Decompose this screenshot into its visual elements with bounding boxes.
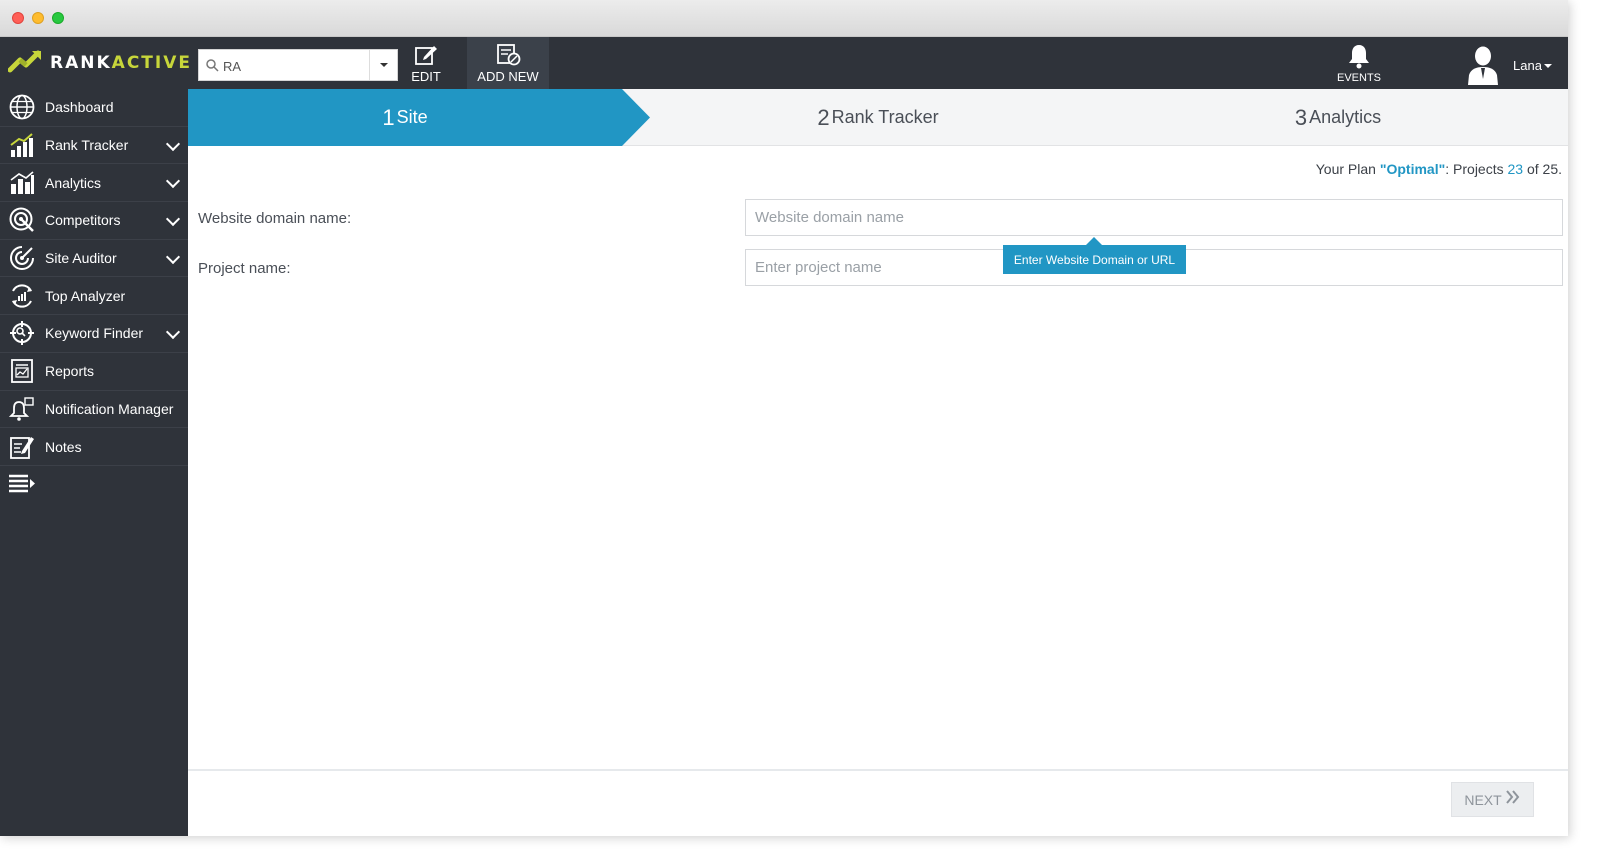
step-number: 3 xyxy=(1294,104,1308,130)
edit-icon xyxy=(414,43,438,70)
logo-text-rank: RANK xyxy=(50,53,112,73)
step-number: 2 xyxy=(817,104,830,130)
sidebar-item-label: Reports xyxy=(45,363,95,380)
sidebar-item-label: Dashboard xyxy=(45,99,114,116)
step-site[interactable]: 1 Site xyxy=(188,89,622,146)
search-dropdown-button[interactable] xyxy=(369,50,397,80)
chevron-down-icon[interactable] xyxy=(165,174,181,189)
chevron-down-icon[interactable] xyxy=(165,325,181,340)
add-new-button[interactable]: ADD NEW xyxy=(467,37,549,89)
sidebar-item-notification-manager[interactable]: Notification Manager xyxy=(0,391,188,429)
chevron-down-icon[interactable] xyxy=(165,136,181,151)
domain-input[interactable] xyxy=(745,199,1563,236)
avatar xyxy=(1466,45,1500,88)
top-bar: RANKACTIVE EDIT ADD NEW EVENTS xyxy=(0,37,1568,89)
sidebar-item-reports[interactable]: Reports xyxy=(0,353,188,391)
sidebar-item-top-analyzer[interactable]: Top Analyzer xyxy=(0,277,188,316)
notes-icon xyxy=(8,433,36,461)
logo-icon xyxy=(7,48,44,79)
domain-label: Website domain name: xyxy=(198,210,352,227)
step-rank-tracker[interactable]: 2 Rank Tracker xyxy=(668,89,1088,146)
radar-icon xyxy=(8,244,36,272)
search-icon xyxy=(206,59,219,72)
step-label: Rank Tracker xyxy=(831,107,939,127)
sidebar-item-label: Notes xyxy=(45,438,82,455)
sidebar-item-label: Rank Tracker xyxy=(45,137,129,154)
sidebar-item-label: Site Auditor xyxy=(45,250,117,267)
user-name: Lana xyxy=(1513,58,1542,73)
chevron-down-icon[interactable] xyxy=(165,211,181,227)
sidebar-item-dashboard[interactable]: Dashboard xyxy=(0,89,188,127)
double-chevron-right-icon xyxy=(1505,790,1521,809)
sidebar: Dashboard Rank Tracker Analytics Competi… xyxy=(0,89,188,836)
step-label: Site xyxy=(396,107,428,127)
sidebar-item-label: Notification Manager xyxy=(45,400,174,417)
window-titlebar xyxy=(0,0,1568,37)
edit-label: EDIT xyxy=(411,69,441,84)
wizard-steps: 1 Site 2 Rank Tracker 3 Analytics xyxy=(188,89,1568,146)
bell-icon xyxy=(1348,43,1370,72)
search-input[interactable] xyxy=(223,56,363,76)
wizard-footer: NEXT xyxy=(188,769,1568,836)
close-window-button[interactable] xyxy=(12,12,24,24)
analyzer-icon xyxy=(8,282,36,310)
logo-text-active: ACTIVE xyxy=(111,53,192,73)
app-window: RANKACTIVE EDIT ADD NEW EVENTS xyxy=(0,0,1568,836)
step-analytics[interactable]: 3 Analytics xyxy=(1138,89,1538,146)
sidebar-collapse-button[interactable] xyxy=(0,466,188,506)
plan-projects-label: : Projects xyxy=(1445,161,1508,177)
domain-tooltip: Enter Website Domain or URL xyxy=(1003,237,1186,274)
user-menu[interactable]: Lana xyxy=(1466,45,1562,85)
step-label: Analytics xyxy=(1309,107,1382,127)
events-button[interactable]: EVENTS xyxy=(1334,37,1384,89)
project-search xyxy=(198,49,398,81)
report-icon xyxy=(8,357,36,385)
chevron-down-icon[interactable] xyxy=(165,249,181,264)
main-content: 1 Site 2 Rank Tracker 3 Analytics Your P… xyxy=(188,89,1568,836)
sidebar-item-competitors[interactable]: Competitors xyxy=(0,202,188,240)
rankactive-logo[interactable]: RANKACTIVE xyxy=(7,48,192,79)
plan-projects-total: of 25. xyxy=(1523,161,1562,177)
target-icon xyxy=(8,206,36,234)
plan-name: "Optimal" xyxy=(1379,161,1446,177)
globe-icon xyxy=(8,93,36,121)
maximize-window-button[interactable] xyxy=(52,12,64,24)
sidebar-item-label: Competitors xyxy=(45,212,121,229)
logo-text: RANKACTIVE xyxy=(50,53,192,73)
sidebar-item-site-auditor[interactable]: Site Auditor xyxy=(0,240,188,278)
sidebar-item-keyword-finder[interactable]: Keyword Finder xyxy=(0,315,188,353)
user-caret-icon xyxy=(1544,64,1552,68)
sidebar-item-rank-tracker[interactable]: Rank Tracker xyxy=(0,127,188,165)
plan-info: Your Plan "Optimal": Projects 23 of 25. xyxy=(1316,161,1562,177)
bar-chart-icon xyxy=(8,169,36,197)
add-new-icon xyxy=(496,43,522,70)
events-label: EVENTS xyxy=(1336,72,1381,84)
plan-projects-used: 23 xyxy=(1507,161,1524,177)
next-label: NEXT xyxy=(1464,791,1502,808)
step-number: 1 xyxy=(382,104,395,130)
sidebar-item-label: Top Analyzer xyxy=(45,287,126,304)
add-new-label: ADD NEW xyxy=(477,69,539,84)
sidebar-item-notes[interactable]: Notes xyxy=(0,428,188,466)
sidebar-item-label: Keyword Finder xyxy=(45,325,144,342)
sidebar-item-analytics[interactable]: Analytics xyxy=(0,164,188,203)
minimize-window-button[interactable] xyxy=(32,12,44,24)
collapse-menu-icon xyxy=(8,473,36,498)
crosshair-icon xyxy=(8,319,36,347)
bell-icon xyxy=(8,395,36,423)
edit-button[interactable]: EDIT xyxy=(406,37,446,89)
rank-chart-icon xyxy=(8,131,36,159)
next-button[interactable]: NEXT xyxy=(1451,782,1534,817)
sidebar-item-label: Analytics xyxy=(45,174,102,191)
project-name-label: Project name: xyxy=(198,260,291,277)
plan-prefix: Your Plan xyxy=(1315,161,1380,177)
